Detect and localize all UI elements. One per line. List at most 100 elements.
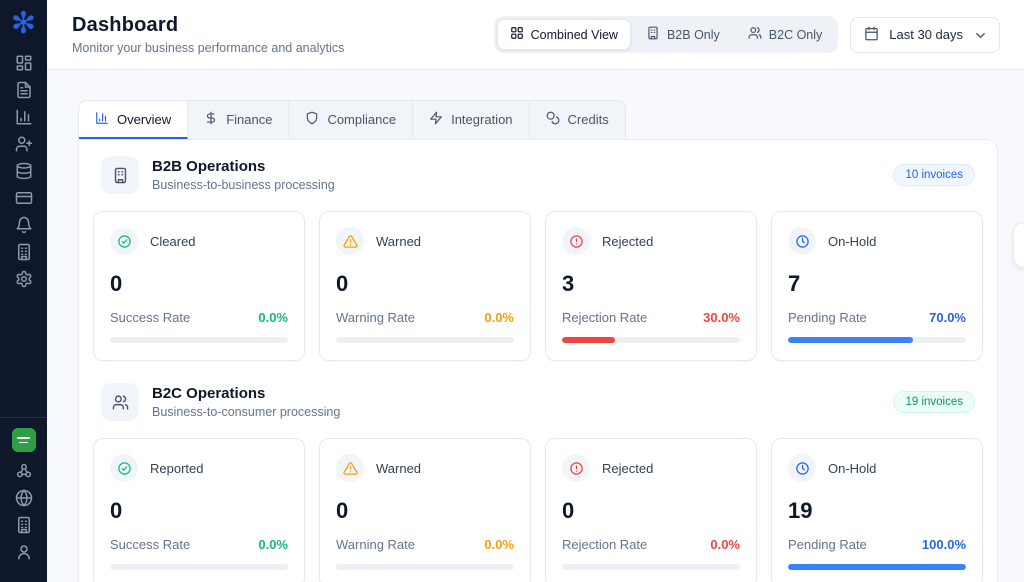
rate-value: 0.0% xyxy=(484,537,514,552)
rate-label: Success Rate xyxy=(110,310,190,325)
rate-label: Rejection Rate xyxy=(562,310,647,325)
rate-label: Warning Rate xyxy=(336,310,415,325)
tab-finance[interactable]: Finance xyxy=(188,101,289,139)
combined-view-button[interactable]: Combined View xyxy=(497,19,631,50)
stat-label: Warned xyxy=(376,234,421,249)
tab-credits[interactable]: Credits xyxy=(530,101,625,139)
b2b-only-button[interactable]: B2B Only xyxy=(633,19,733,50)
stat-label: On-Hold xyxy=(828,461,876,476)
building-icon xyxy=(646,26,660,43)
sidebar-item-database[interactable] xyxy=(9,160,39,187)
b2b-only-label: B2B Only xyxy=(667,28,720,42)
sidebar-item-profile[interactable] xyxy=(9,541,39,568)
stat-card-warned: Warned 0 Warning Rate0.0% xyxy=(319,438,531,582)
sidebar-item-globe[interactable] xyxy=(9,487,39,514)
sidebar-item-company[interactable] xyxy=(9,514,39,541)
stat-card-cleared: Cleared 0 Success Rate0.0% xyxy=(93,211,305,361)
stat-label: Rejected xyxy=(602,234,653,249)
users-icon xyxy=(101,383,139,421)
stat-label: Rejected xyxy=(602,461,653,476)
tab-overview[interactable]: Overview xyxy=(79,101,188,139)
rate-label: Pending Rate xyxy=(788,310,867,325)
stat-card-warned: Warned 0 Warning Rate 0.0% xyxy=(319,211,531,361)
gear-icon xyxy=(15,270,33,293)
stat-label: Cleared xyxy=(150,234,196,249)
b2b-section-header: B2B Operations Business-to-business proc… xyxy=(91,154,985,194)
sidebar-item-add-user[interactable] xyxy=(9,133,39,160)
stat-card-on-hold: On-Hold 7 Pending Rate70.0% xyxy=(771,211,983,361)
invoice-count-badge: 19 invoices xyxy=(893,391,975,413)
globe-icon xyxy=(15,489,33,512)
bell-icon xyxy=(15,216,33,239)
progress-track xyxy=(788,337,966,343)
calendar-icon xyxy=(864,26,879,44)
sidebar-item-notifications[interactable] xyxy=(9,214,39,241)
stat-value: 0 xyxy=(110,498,288,524)
stat-card-rejected: Rejected 0 Rejection Rate0.0% xyxy=(545,438,757,582)
company-building-icon xyxy=(15,516,33,539)
sidebar-item-network[interactable] xyxy=(9,460,39,487)
rate-label: Pending Rate xyxy=(788,537,867,552)
rate-value: 100.0% xyxy=(922,537,966,552)
shield-icon xyxy=(305,111,319,128)
main-content: Overview Finance Compliance Integration … xyxy=(47,70,1024,582)
section-subtitle: Business-to-consumer processing xyxy=(152,405,340,419)
credit-card-icon xyxy=(15,189,33,212)
building-icon xyxy=(15,243,33,266)
zap-icon xyxy=(429,111,443,128)
stat-value: 7 xyxy=(788,271,966,297)
header-titles: Dashboard Monitor your business performa… xyxy=(72,14,344,55)
sidebar-item-billing[interactable] xyxy=(9,187,39,214)
sidebar-item-settings[interactable] xyxy=(9,268,39,295)
coins-icon xyxy=(546,111,560,128)
check-circle-icon xyxy=(110,227,138,255)
stat-value: 0 xyxy=(336,271,514,297)
progress-track xyxy=(336,337,514,343)
tab-credits-label: Credits xyxy=(568,112,609,127)
progress-track xyxy=(562,337,740,343)
tab-bar: Overview Finance Compliance Integration … xyxy=(78,100,626,139)
stat-card-on-hold: On-Hold 19 Pending Rate100.0% xyxy=(771,438,983,582)
saudi-flag-icon[interactable] xyxy=(12,428,36,452)
user-plus-icon xyxy=(15,135,33,158)
section-title: B2C Operations xyxy=(152,385,340,402)
progress-track xyxy=(110,337,288,343)
user-icon xyxy=(15,543,33,566)
progress-fill xyxy=(788,337,913,343)
tab-compliance[interactable]: Compliance xyxy=(289,101,413,139)
alert-triangle-icon xyxy=(336,454,364,482)
tab-overview-label: Overview xyxy=(117,112,171,127)
building-icon xyxy=(101,156,139,194)
progress-fill xyxy=(562,337,615,343)
alert-circle-icon xyxy=(562,227,590,255)
b2c-only-button[interactable]: B2C Only xyxy=(735,19,836,50)
tab-integration[interactable]: Integration xyxy=(413,101,529,139)
section-title: B2B Operations xyxy=(152,158,335,175)
edge-drawer-handle[interactable] xyxy=(1013,222,1024,268)
rate-value: 0.0% xyxy=(484,310,514,325)
stat-label: On-Hold xyxy=(828,234,876,249)
rate-value: 0.0% xyxy=(710,537,740,552)
sidebar-item-dashboard[interactable] xyxy=(9,52,39,79)
chevron-down-icon xyxy=(973,28,986,41)
alert-triangle-icon xyxy=(336,227,364,255)
date-range-selector[interactable]: Last 30 days xyxy=(850,17,1000,53)
stat-value: 0 xyxy=(336,498,514,524)
stat-card-reported: Reported 0 Success Rate0.0% xyxy=(93,438,305,582)
sidebar-item-analytics[interactable] xyxy=(9,106,39,133)
combined-view-label: Combined View xyxy=(531,28,618,42)
cluster-nodes-icon xyxy=(15,462,33,485)
tab-integration-label: Integration xyxy=(451,112,512,127)
app-logo[interactable]: ✻ xyxy=(8,8,40,40)
sidebar-item-organization[interactable] xyxy=(9,241,39,268)
clock-icon xyxy=(788,227,816,255)
section-subtitle: Business-to-business processing xyxy=(152,178,335,192)
stat-label: Warned xyxy=(376,461,421,476)
b2c-section-header: B2C Operations Business-to-consumer proc… xyxy=(91,381,985,421)
tab-compliance-label: Compliance xyxy=(327,112,396,127)
bar-chart-icon xyxy=(95,111,109,128)
page-subtitle: Monitor your business performance and an… xyxy=(72,41,344,55)
sidebar: ✻ xyxy=(0,0,47,582)
stat-label: Reported xyxy=(150,461,203,476)
sidebar-item-documents[interactable] xyxy=(9,79,39,106)
